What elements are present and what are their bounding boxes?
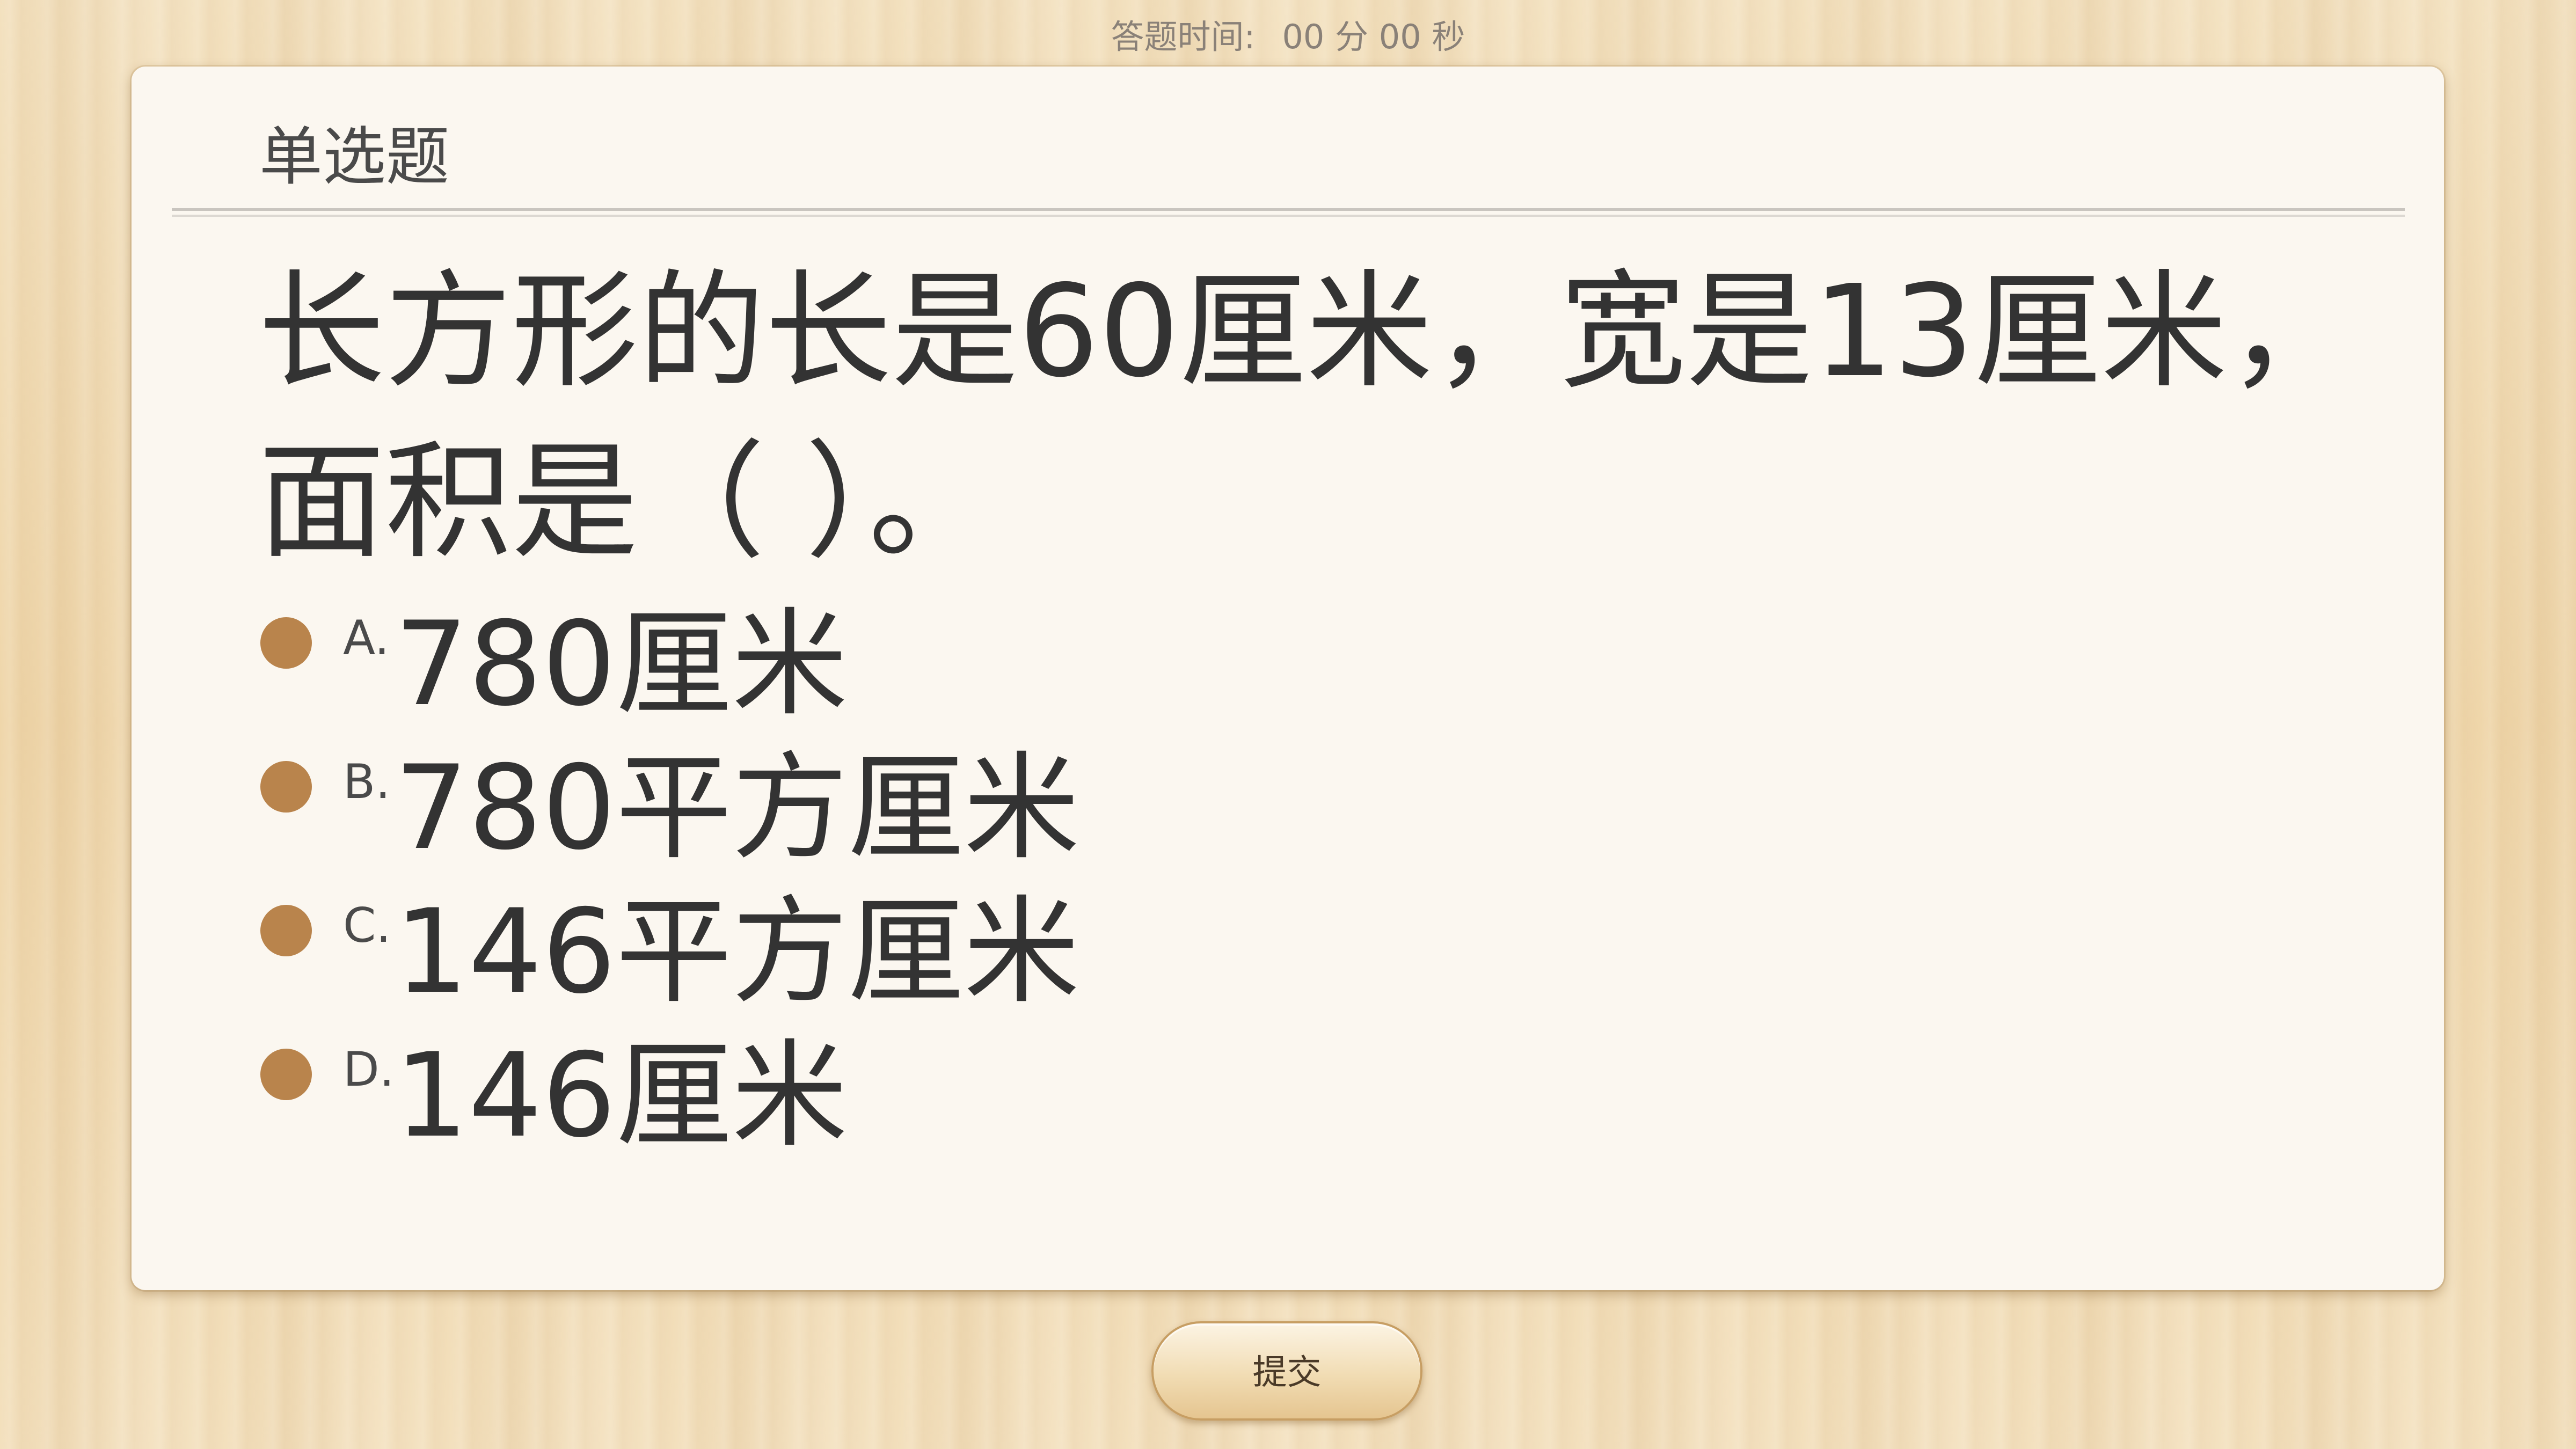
answer-timer: 答题时间: 00 分 00 秒 — [0, 10, 2576, 58]
question-type-label: 单选题 — [259, 120, 450, 194]
option-letter: D. — [343, 1041, 395, 1097]
radio-button-icon[interactable] — [260, 905, 312, 956]
header-divider — [172, 208, 2405, 211]
option-b[interactable]: B. 780平方厘米 — [260, 726, 1079, 875]
timer-minutes-unit: 分 — [1335, 17, 1369, 56]
option-letter: A. — [343, 610, 390, 665]
timer-label: 答题时间: — [1111, 17, 1256, 56]
option-letter: C. — [343, 897, 391, 953]
option-list: A. 780厘米 B. 780平方厘米 C. 146平方厘米 D. 146厘米 — [260, 582, 1079, 1163]
submit-button[interactable]: 提交 — [1151, 1321, 1422, 1421]
header-divider-secondary — [172, 215, 2405, 217]
question-text: 长方形的长是60厘米，宽是13厘米，面积是（ ）。 — [258, 258, 2354, 576]
radio-button-icon[interactable] — [260, 1049, 312, 1100]
radio-button-icon[interactable] — [260, 761, 312, 813]
question-card: 单选题 长方形的长是60厘米，宽是13厘米，面积是（ ）。 A. 780厘米 B… — [132, 67, 2444, 1290]
option-a[interactable]: A. 780厘米 — [260, 582, 1079, 731]
option-text: 146平方厘米 — [395, 884, 1080, 1019]
option-text: 146厘米 — [395, 1028, 848, 1163]
option-d[interactable]: D. 146厘米 — [260, 1013, 1079, 1163]
timer-seconds: 00 — [1378, 17, 1421, 56]
option-letter: B. — [343, 753, 391, 809]
option-text: 780平方厘米 — [395, 740, 1080, 875]
timer-minutes: 00 — [1282, 17, 1325, 56]
radio-button-icon[interactable] — [260, 617, 312, 669]
option-text: 780厘米 — [395, 596, 848, 731]
timer-seconds-unit: 秒 — [1432, 17, 1465, 56]
option-c[interactable]: C. 146平方厘米 — [260, 869, 1079, 1019]
